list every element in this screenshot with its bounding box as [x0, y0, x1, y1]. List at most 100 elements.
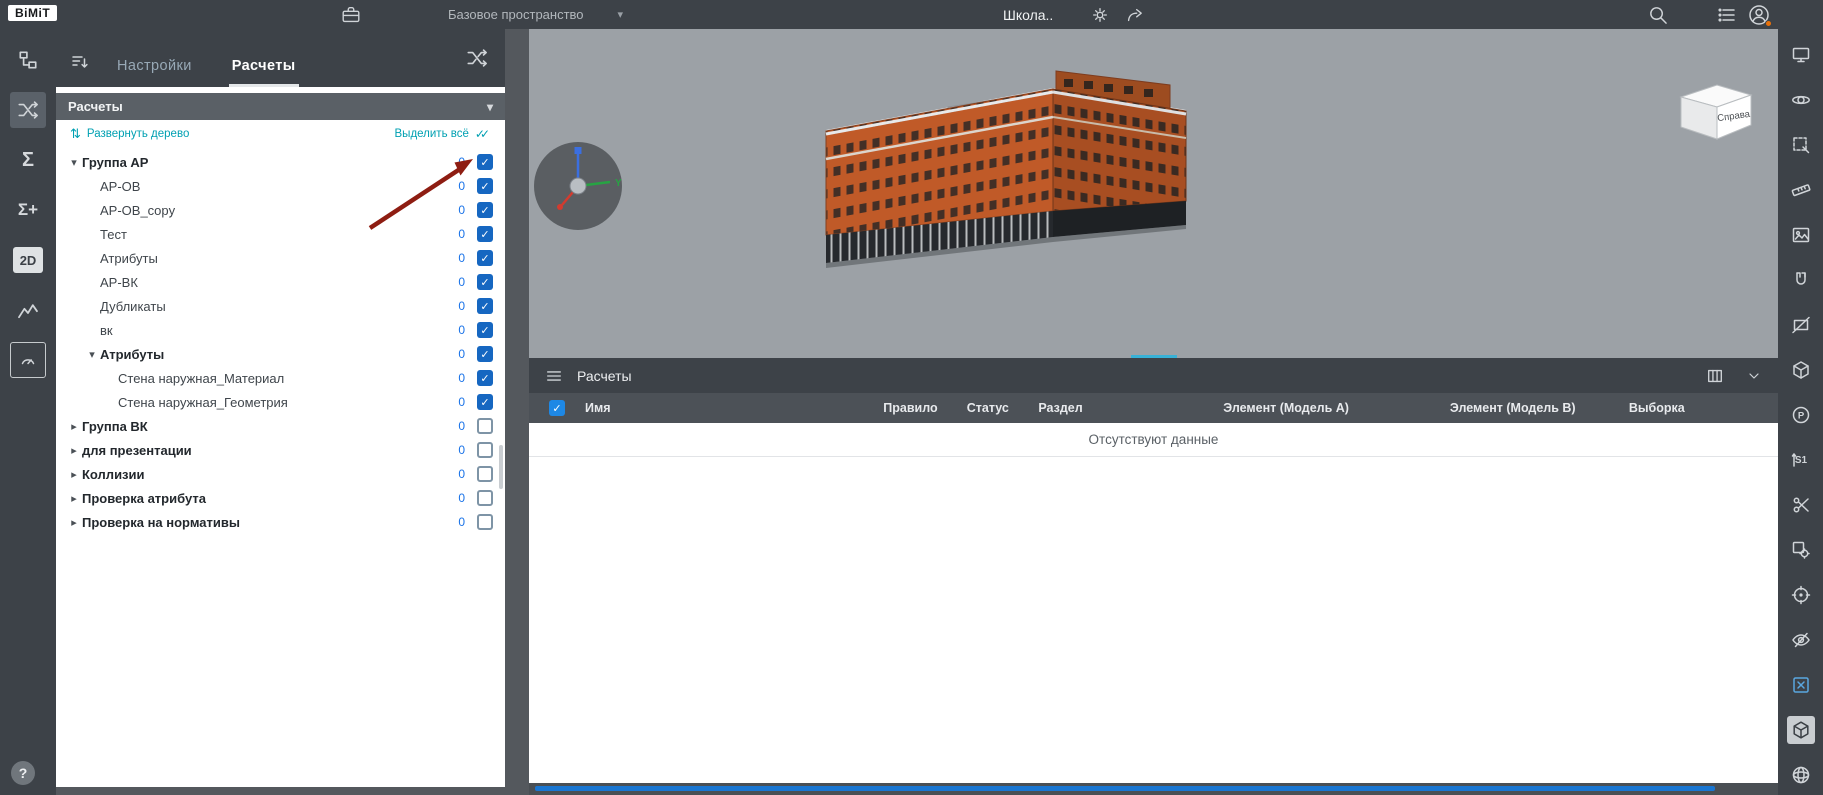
- tree-item-checkbox[interactable]: ✓: [477, 250, 493, 266]
- tree-item-checkbox[interactable]: ✓: [477, 394, 493, 410]
- tree-item-checkbox[interactable]: ✓: [477, 178, 493, 194]
- search-icon[interactable]: [1647, 0, 1668, 29]
- column-header[interactable]: Статус: [967, 401, 1039, 415]
- horizontal-scrollbar-track[interactable]: [529, 783, 1778, 795]
- properties-button[interactable]: P: [1787, 401, 1815, 429]
- column-header[interactable]: Элемент (Модель В): [1450, 401, 1629, 415]
- tree-item[interactable]: АР-ВК 0 ✓: [56, 270, 505, 294]
- tab-settings[interactable]: Настройки: [114, 58, 195, 87]
- column-header[interactable]: Элемент (Модель А): [1223, 401, 1450, 415]
- tree-item-checkbox[interactable]: ✓: [477, 370, 493, 386]
- columns-icon[interactable]: [1706, 367, 1724, 385]
- tree-expander-icon[interactable]: ▸: [66, 444, 82, 457]
- tree-item[interactable]: ▸ Коллизии 0: [56, 462, 505, 486]
- tree-item[interactable]: ▸ Группа ВК 0: [56, 414, 505, 438]
- view-2d-button[interactable]: 2D: [10, 242, 46, 278]
- measure-button[interactable]: [1787, 176, 1815, 204]
- workspace-selector[interactable]: Базовое пространство ▾: [448, 0, 623, 29]
- tree-item[interactable]: ▸ Проверка атрибута 0: [56, 486, 505, 510]
- orbit-button[interactable]: [1787, 86, 1815, 114]
- screen-share-button[interactable]: [1787, 41, 1815, 69]
- column-header[interactable]: Имя: [585, 401, 883, 415]
- tree-item-checkbox[interactable]: ✓: [477, 202, 493, 218]
- panel-resize-handle[interactable]: [1130, 355, 1177, 358]
- tree-item-checkbox[interactable]: [477, 418, 493, 434]
- model-tree-button[interactable]: [10, 42, 46, 78]
- tree-item[interactable]: Стена наружная_Геометрия 0 ✓: [56, 390, 505, 414]
- select-all-label: Выделить всё: [394, 128, 469, 140]
- select-all-checkbox[interactable]: ✓: [549, 400, 565, 416]
- tree-expander-icon[interactable]: ▾: [66, 156, 82, 169]
- shuffle-icon[interactable]: [465, 46, 489, 75]
- tree-expander-icon[interactable]: ▸: [66, 516, 82, 529]
- briefcase-icon[interactable]: [340, 0, 362, 29]
- tree-expander-icon[interactable]: ▸: [66, 420, 82, 433]
- tree-item-checkbox[interactable]: [477, 442, 493, 458]
- list-menu-icon[interactable]: [1717, 0, 1737, 29]
- account-icon[interactable]: [1748, 0, 1772, 29]
- column-header[interactable]: Выборка: [1629, 401, 1778, 415]
- tree-item-checkbox[interactable]: ✓: [477, 226, 493, 242]
- tree-sort-icon[interactable]: [70, 52, 90, 77]
- menu-icon[interactable]: [545, 367, 563, 385]
- chart-button[interactable]: [10, 292, 46, 328]
- tree-item-checkbox[interactable]: ✓: [477, 274, 493, 290]
- tree-item-checkbox[interactable]: ✓: [477, 346, 493, 362]
- tree-item-checkbox[interactable]: ✓: [477, 154, 493, 170]
- help-button[interactable]: ?: [11, 761, 35, 785]
- section-plane-button[interactable]: [1787, 311, 1815, 339]
- select-all-button[interactable]: Выделить всё ✓✓: [395, 127, 491, 141]
- tree-item[interactable]: ▸ для презентации 0: [56, 438, 505, 462]
- tree-item[interactable]: Дубликаты 0 ✓: [56, 294, 505, 318]
- dashboard-button[interactable]: [10, 342, 46, 378]
- tree-item[interactable]: вк 0 ✓: [56, 318, 505, 342]
- tree-item[interactable]: Атрибуты 0 ✓: [56, 246, 505, 270]
- tree-item-checkbox[interactable]: [477, 514, 493, 530]
- cube-view-button[interactable]: [1786, 716, 1815, 744]
- tree-item-checkbox[interactable]: [477, 490, 493, 506]
- storey-button[interactable]: S1: [1787, 446, 1815, 474]
- tree-item-label: Группа ВК: [82, 418, 148, 434]
- project-settings-button[interactable]: [1091, 6, 1109, 24]
- column-header[interactable]: Раздел: [1038, 401, 1223, 415]
- tree-expander-icon[interactable]: ▸: [66, 492, 82, 505]
- tab-calculations[interactable]: Расчеты: [228, 58, 299, 87]
- share-icon[interactable]: [1125, 6, 1143, 24]
- tree-item[interactable]: АР-ОВ 0 ✓: [56, 174, 505, 198]
- hide-elements-button[interactable]: [1787, 626, 1815, 654]
- sphere-mode-button[interactable]: [1787, 761, 1815, 789]
- tree-item[interactable]: ▸ Проверка на нормативы 0: [56, 510, 505, 534]
- results-table-header: ✓ Имя Правило Статус Раздел Элемент (Модель …: [529, 393, 1778, 423]
- tree-item[interactable]: Стена наружная_Материал 0 ✓: [56, 366, 505, 390]
- tree-item-checkbox[interactable]: ✓: [477, 322, 493, 338]
- navigation-gizmo[interactable]: Y: [531, 139, 625, 233]
- tree-item[interactable]: Тест 0 ✓: [56, 222, 505, 246]
- tree-expander-icon[interactable]: ▾: [84, 348, 100, 361]
- panel-scrollbar[interactable]: [499, 445, 503, 489]
- tree-item-checkbox[interactable]: [477, 466, 493, 482]
- tree-item[interactable]: АР-ОВ_copy 0 ✓: [56, 198, 505, 222]
- cut-button[interactable]: [1787, 491, 1815, 519]
- tree-item[interactable]: ▾ Группа АР 0 ✓: [56, 150, 505, 174]
- sum-plus-button[interactable]: Σ+: [10, 192, 46, 228]
- checks-button[interactable]: [10, 92, 46, 128]
- svg-text:P: P: [1797, 411, 1804, 422]
- viewport-3d[interactable]: Y Справа: [529, 29, 1778, 358]
- magnet-button[interactable]: [1787, 266, 1815, 294]
- column-header[interactable]: Правило: [883, 401, 967, 415]
- tree-expander-icon[interactable]: ▸: [66, 468, 82, 481]
- expand-tree-button[interactable]: ⇅ Развернуть дерево: [70, 126, 189, 142]
- focus-button[interactable]: [1787, 581, 1815, 609]
- calculations-section-header[interactable]: Расчеты ▾: [56, 93, 505, 120]
- horizontal-scrollbar-thumb[interactable]: [535, 786, 1715, 791]
- clear-selection-button[interactable]: [1787, 671, 1815, 699]
- view-cube[interactable]: Справа: [1671, 75, 1759, 143]
- model-settings-button[interactable]: [1787, 536, 1815, 564]
- tree-item-checkbox[interactable]: ✓: [477, 298, 493, 314]
- tree-item[interactable]: ▾ Атрибуты 0 ✓: [56, 342, 505, 366]
- collapse-panel-icon[interactable]: [1746, 368, 1762, 384]
- sum-button[interactable]: Σ: [10, 142, 46, 178]
- section-box-button[interactable]: [1787, 356, 1815, 384]
- area-select-button[interactable]: [1787, 131, 1815, 159]
- image-button[interactable]: [1787, 221, 1815, 249]
